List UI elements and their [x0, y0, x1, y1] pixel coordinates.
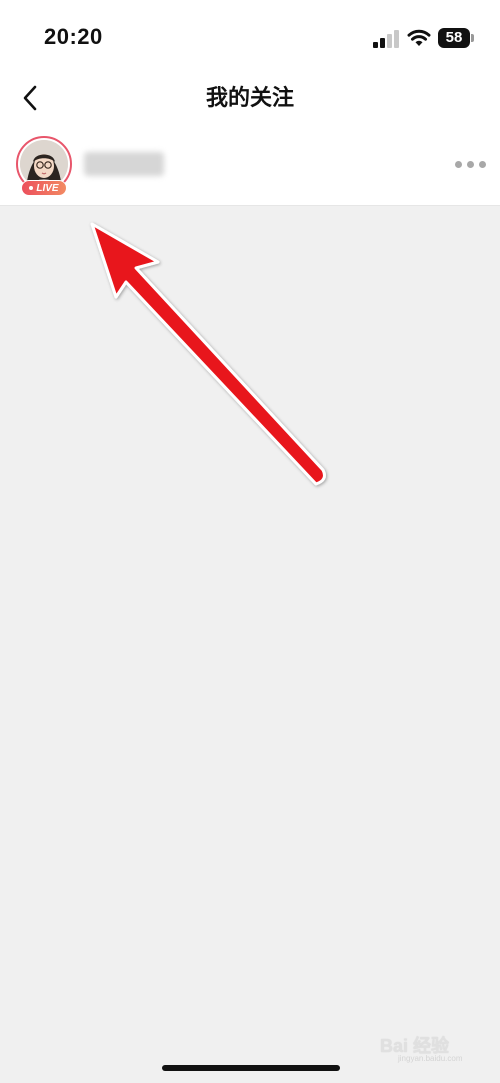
watermark-subtext: jingyan.baidu.com — [398, 1054, 463, 1063]
nav-bar: 我的关注 — [0, 76, 500, 120]
username-blurred[interactable] — [84, 152, 164, 176]
live-badge: LIVE — [21, 180, 67, 196]
list-item[interactable]: LIVE — [0, 128, 500, 205]
back-button[interactable] — [12, 78, 48, 118]
status-bar: 20:20 58 — [0, 0, 500, 80]
status-time: 20:20 — [44, 24, 103, 49]
cellular-signal-icon — [373, 30, 401, 48]
page-title: 我的关注 — [205, 85, 294, 110]
home-indicator[interactable] — [162, 1065, 340, 1071]
row-divider — [0, 205, 500, 206]
battery-icon: 58 — [438, 28, 474, 48]
battery-level: 58 — [438, 28, 470, 48]
chevron-left-icon — [23, 85, 37, 111]
more-horizontal-icon — [454, 160, 462, 168]
live-badge-label: LIVE — [36, 182, 59, 194]
wifi-icon — [407, 28, 431, 48]
more-options-button[interactable] — [450, 152, 490, 176]
watermark: Bai 经验 jingyan.baidu.com — [380, 1024, 492, 1064]
live-dot-icon — [29, 186, 34, 190]
